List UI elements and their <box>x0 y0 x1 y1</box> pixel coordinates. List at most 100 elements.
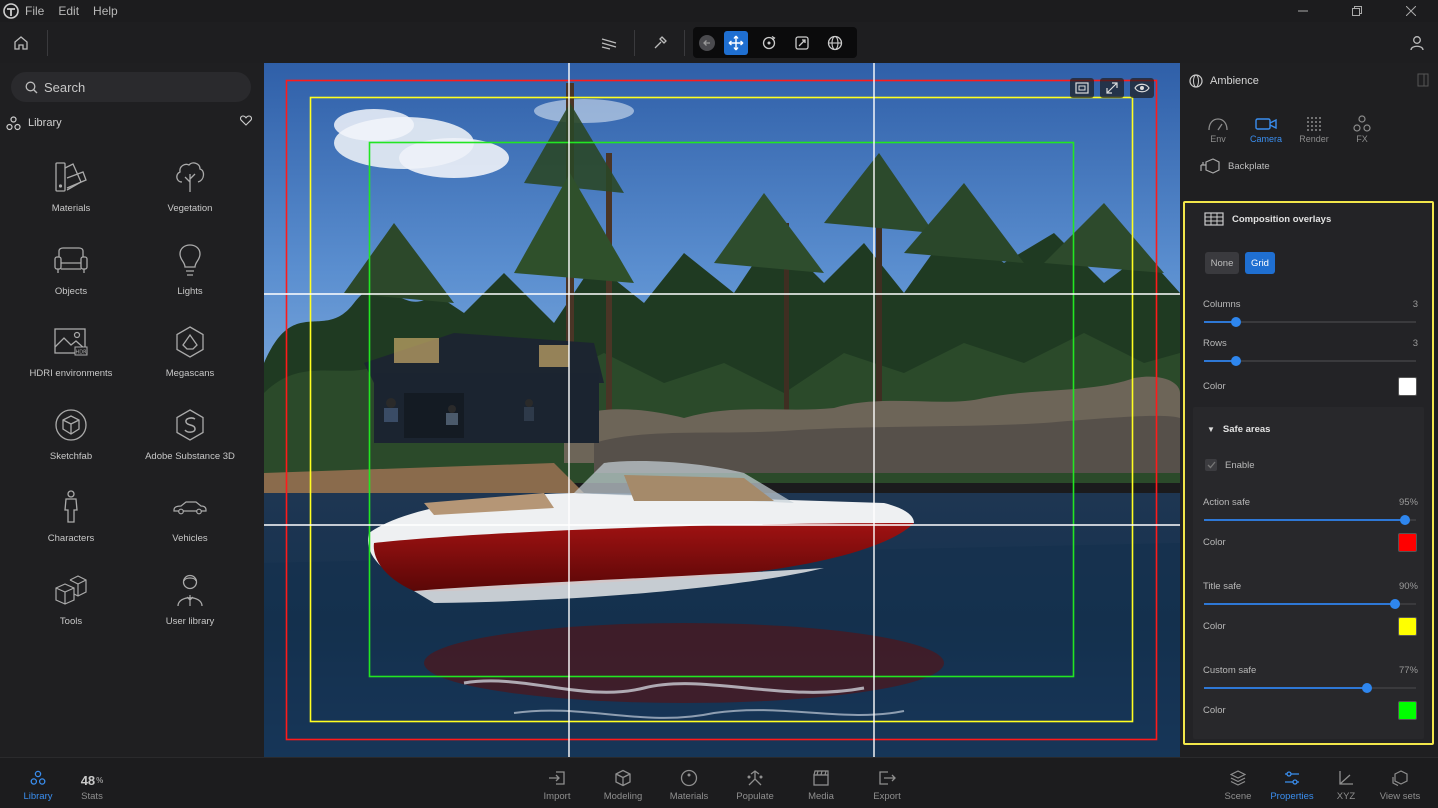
slider-knob[interactable] <box>1230 317 1241 327</box>
view-sets-icon <box>1392 768 1408 788</box>
library-item-vehicles[interactable]: Vehicles <box>131 487 249 557</box>
library-item-hdri[interactable]: HDR HDRI environments <box>12 322 130 392</box>
library-item-lights[interactable]: Lights <box>131 240 249 310</box>
search-placeholder: Search <box>44 79 86 95</box>
bottom-view-sets-button[interactable]: View sets <box>1370 768 1430 804</box>
slider-knob[interactable] <box>1362 683 1373 693</box>
slider-knob[interactable] <box>1389 599 1400 609</box>
library-item-label: Tools <box>59 616 83 627</box>
library-item-substance[interactable]: Adobe Substance 3D <box>131 405 249 475</box>
enable-checkbox[interactable]: Enable <box>1205 459 1255 471</box>
bottom-label: Materials <box>669 791 709 802</box>
menu-file[interactable]: File <box>25 4 44 18</box>
checkmark-icon[interactable] <box>1205 459 1217 471</box>
title-safe-value: 90% <box>1398 581 1418 592</box>
safe-areas-header[interactable]: ▼ Safe areas <box>1207 424 1270 435</box>
bottom-label: Export <box>873 791 901 802</box>
minimize-icon[interactable] <box>1276 0 1330 22</box>
tab-env[interactable]: Env <box>1194 114 1242 148</box>
search-input[interactable]: Search <box>11 72 251 102</box>
title-safe-slider[interactable] <box>1204 599 1416 609</box>
bottom-label: Modeling <box>603 791 643 802</box>
ambience-icon <box>1189 74 1203 88</box>
window-controls <box>1276 0 1438 22</box>
bottom-export-button[interactable]: Export <box>857 768 917 804</box>
rows-value: 3 <box>1412 338 1418 349</box>
library-icon <box>30 768 46 788</box>
custom-safe-slider[interactable] <box>1204 683 1416 693</box>
home-icon[interactable] <box>9 31 33 55</box>
library-item-tools[interactable]: Tools <box>12 570 130 640</box>
sliders-icon <box>1284 768 1300 788</box>
render-dots-icon <box>1305 114 1323 134</box>
bottom-library-button[interactable]: Library <box>8 768 68 804</box>
bottom-properties-button[interactable]: Properties <box>1262 768 1322 804</box>
screen-frame-icon[interactable] <box>1070 78 1094 98</box>
layers-icon[interactable] <box>597 31 621 55</box>
library-item-objects[interactable]: Objects <box>12 240 130 310</box>
composition-title: Composition overlays <box>1232 213 1332 225</box>
overlay-none-button[interactable]: None <box>1205 252 1239 274</box>
stats-readout: 48% <box>81 768 104 788</box>
restore-icon[interactable] <box>1330 0 1384 22</box>
svg-text:HDR: HDR <box>75 350 87 356</box>
library-item-materials[interactable]: Materials <box>12 157 130 227</box>
bottom-modeling-button[interactable]: Modeling <box>593 768 653 804</box>
move-tool-icon[interactable] <box>724 31 748 55</box>
library-item-label: Sketchfab <box>49 451 93 462</box>
panel-toggle-icon[interactable] <box>1417 73 1429 87</box>
tab-render[interactable]: Render <box>1290 114 1338 148</box>
library-item-sketchfab[interactable]: Sketchfab <box>12 405 130 475</box>
favorites-heart-icon[interactable] <box>240 115 252 126</box>
bottom-media-button[interactable]: Media <box>791 768 851 804</box>
menu-edit[interactable]: Edit <box>58 4 79 18</box>
bottom-populate-button[interactable]: Populate <box>725 768 785 804</box>
eyedropper-icon[interactable] <box>648 31 672 55</box>
columns-slider[interactable] <box>1204 317 1416 327</box>
library-item-user-library[interactable]: User library <box>131 570 249 640</box>
scale-tool-icon[interactable] <box>790 31 814 55</box>
overlay-grid-button[interactable]: Grid <box>1245 252 1275 274</box>
export-icon <box>878 768 896 788</box>
eye-icon[interactable] <box>1130 78 1154 98</box>
library-item-vegetation[interactable]: Vegetation <box>131 157 249 227</box>
bottom-materials-button[interactable]: Materials <box>659 768 719 804</box>
3d-viewport[interactable] <box>264 63 1180 757</box>
rotate-tool-icon[interactable] <box>757 31 781 55</box>
backplate-section[interactable]: Backplate <box>1200 158 1270 174</box>
custom-color-swatch[interactable] <box>1398 701 1417 720</box>
expand-icon[interactable] <box>1100 78 1124 98</box>
bottom-stats-button[interactable]: 48% Stats <box>62 768 122 804</box>
slider-knob[interactable] <box>1400 515 1411 525</box>
library-item-megascans[interactable]: Megascans <box>131 322 249 392</box>
rows-slider[interactable] <box>1204 356 1416 366</box>
library-item-label: Vehicles <box>172 533 208 544</box>
back-arrow-icon[interactable] <box>695 31 719 55</box>
title-color-swatch[interactable] <box>1398 617 1417 636</box>
backplate-icon <box>1200 158 1220 174</box>
bottom-label: Properties <box>1270 791 1314 802</box>
action-safe-label: Action safe <box>1203 497 1250 508</box>
bottom-xyz-button[interactable]: XYZ <box>1316 768 1376 804</box>
gauge-icon <box>1207 114 1229 134</box>
action-color-label: Color <box>1203 537 1226 548</box>
library-title: Library <box>28 117 62 129</box>
tab-camera[interactable]: Camera <box>1242 114 1290 148</box>
action-safe-slider[interactable] <box>1204 515 1416 525</box>
globe-icon[interactable] <box>823 31 847 55</box>
slider-knob[interactable] <box>1230 356 1241 366</box>
properties-panel: Ambience Env Camera Render FX Backplate … <box>1180 63 1438 757</box>
bottom-scene-button[interactable]: Scene <box>1208 768 1268 804</box>
user-account-icon[interactable] <box>1405 31 1429 55</box>
bottom-label: Scene <box>1224 791 1252 802</box>
action-color-swatch[interactable] <box>1398 533 1417 552</box>
grid-color-swatch[interactable] <box>1398 377 1417 396</box>
library-header: Library <box>6 114 256 132</box>
tab-fx[interactable]: FX <box>1338 114 1386 148</box>
close-icon[interactable] <box>1384 0 1438 22</box>
collapse-triangle-icon[interactable]: ▼ <box>1207 425 1215 434</box>
bottom-import-button[interactable]: Import <box>527 768 587 804</box>
title-safe-label: Title safe <box>1203 581 1242 592</box>
menu-help[interactable]: Help <box>93 4 118 18</box>
library-item-characters[interactable]: Characters <box>12 487 130 557</box>
